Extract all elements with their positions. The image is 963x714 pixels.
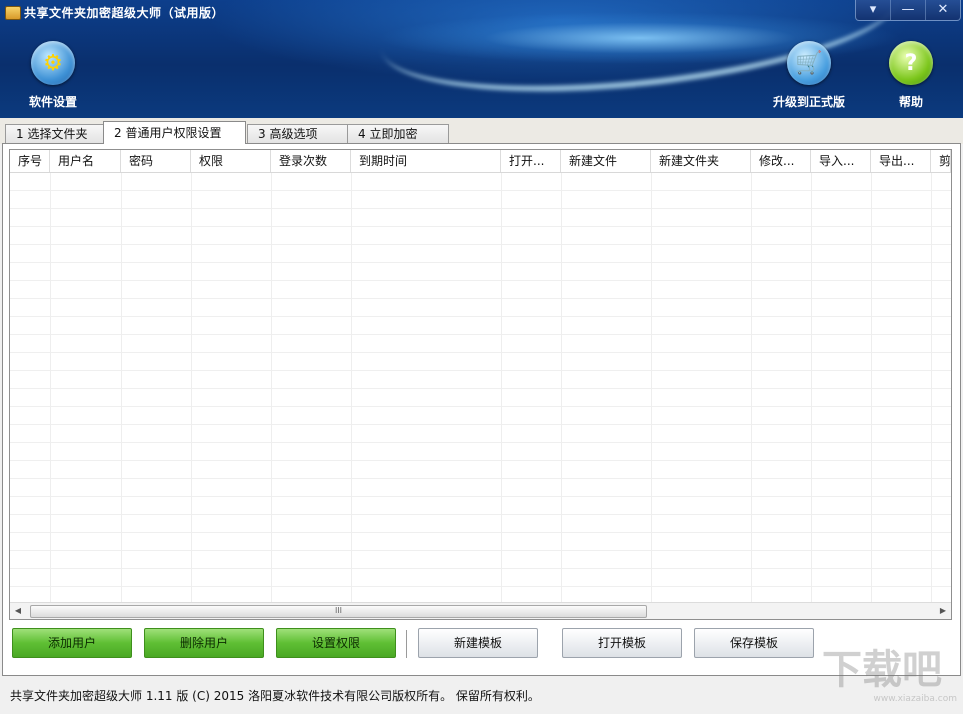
column-divider <box>50 173 51 603</box>
scroll-thumb[interactable]: III <box>30 605 647 618</box>
column-header-index[interactable]: 序号 <box>10 150 50 172</box>
tab-user-permissions[interactable]: 2 普通用户权限设置 <box>103 121 246 144</box>
tab-encrypt-now[interactable]: 4 立即加密 <box>347 124 449 143</box>
column-divider <box>271 173 272 603</box>
column-divider <box>651 173 652 603</box>
close-icon[interactable]: ✕ <box>925 0 960 20</box>
site-watermark: 下载吧 www.xiazaiba.com <box>822 646 957 706</box>
column-header-open[interactable]: 打开... <box>501 150 561 172</box>
header-banner: 共享文件夹加密超级大师（试用版） ▾ — ✕ ⚙ 软件设置 🛒 升级到正式版 ?… <box>0 0 963 118</box>
column-divider <box>121 173 122 603</box>
window-title: 共享文件夹加密超级大师（试用版） <box>24 4 224 21</box>
user-permissions-table[interactable]: 序号 用户名 密码 权限 登录次数 到期时间 打开... 新建文件 新建文件夹 … <box>9 149 952 620</box>
menu-dropdown-icon[interactable]: ▾ <box>856 0 890 20</box>
column-divider <box>351 173 352 603</box>
column-divider <box>811 173 812 603</box>
column-divider <box>931 173 932 603</box>
scroll-right-icon[interactable]: ▶ <box>935 603 951 619</box>
column-divider <box>191 173 192 603</box>
set-permissions-button[interactable]: 设置权限 <box>276 628 396 658</box>
upgrade-label: 升级到正式版 <box>764 93 854 110</box>
watermark-url: www.xiazaiba.com <box>822 694 957 704</box>
column-header-export[interactable]: 导出... <box>871 150 931 172</box>
cart-icon: 🛒 <box>787 41 831 85</box>
help-icon: ? <box>889 41 933 85</box>
software-settings-label: 软件设置 <box>20 93 86 110</box>
tab-select-folder[interactable]: 1 选择文件夹 <box>5 124 107 143</box>
column-header-new-folder[interactable]: 新建文件夹 <box>651 150 751 172</box>
column-divider <box>561 173 562 603</box>
delete-user-button[interactable]: 删除用户 <box>144 628 264 658</box>
column-divider <box>871 173 872 603</box>
help-button[interactable]: ? 帮助 <box>886 41 936 110</box>
column-header-login-count[interactable]: 登录次数 <box>271 150 351 172</box>
button-separator <box>406 630 407 658</box>
column-header-cut[interactable]: 剪 <box>931 150 951 172</box>
column-header-password[interactable]: 密码 <box>121 150 191 172</box>
column-divider <box>751 173 752 603</box>
new-template-button[interactable]: 新建模板 <box>418 628 538 658</box>
upgrade-button[interactable]: 🛒 升级到正式版 <box>764 41 854 110</box>
permissions-panel: 序号 用户名 密码 权限 登录次数 到期时间 打开... 新建文件 新建文件夹 … <box>2 143 961 676</box>
table-body[interactable] <box>10 173 951 603</box>
column-header-import[interactable]: 导入... <box>811 150 871 172</box>
watermark-text: 下载吧 <box>822 647 942 693</box>
column-header-expiry-time[interactable]: 到期时间 <box>351 150 501 172</box>
minimize-icon[interactable]: — <box>890 0 925 20</box>
column-header-new-file[interactable]: 新建文件 <box>561 150 651 172</box>
open-template-button[interactable]: 打开模板 <box>562 628 682 658</box>
horizontal-scrollbar[interactable]: ◀ III ▶ <box>10 602 951 619</box>
save-template-button[interactable]: 保存模板 <box>694 628 814 658</box>
table-header: 序号 用户名 密码 权限 登录次数 到期时间 打开... 新建文件 新建文件夹 … <box>10 150 951 173</box>
copyright-text: 共享文件夹加密超级大师 1.11 版 (C) 2015 洛阳夏冰软件技术有限公司… <box>10 687 540 704</box>
column-divider <box>501 173 502 603</box>
scroll-left-icon[interactable]: ◀ <box>10 603 26 619</box>
add-user-button[interactable]: 添加用户 <box>12 628 132 658</box>
column-header-username[interactable]: 用户名 <box>50 150 121 172</box>
app-icon <box>5 6 21 20</box>
help-label: 帮助 <box>886 93 936 110</box>
tab-advanced-options[interactable]: 3 高级选项 <box>247 124 349 143</box>
column-header-modify[interactable]: 修改... <box>751 150 811 172</box>
gear-icon: ⚙ <box>31 41 75 85</box>
tab-bar: 1 选择文件夹 2 普通用户权限设置 3 高级选项 4 立即加密 <box>0 118 963 144</box>
software-settings-button[interactable]: ⚙ 软件设置 <box>20 41 86 110</box>
window-controls: ▾ — ✕ <box>855 0 961 21</box>
status-bar: 共享文件夹加密超级大师 1.11 版 (C) 2015 洛阳夏冰软件技术有限公司… <box>0 676 963 714</box>
column-header-permission[interactable]: 权限 <box>191 150 271 172</box>
